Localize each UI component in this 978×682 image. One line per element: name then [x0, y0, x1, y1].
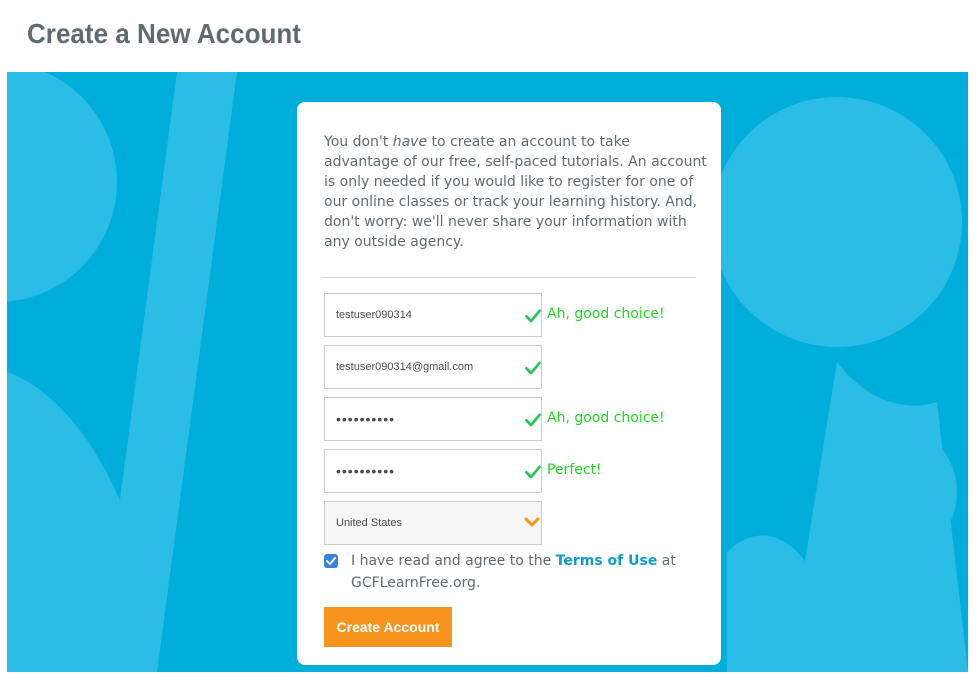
- signup-card: You don't have to create an account to t…: [297, 102, 721, 665]
- username-input[interactable]: testuser090314: [324, 293, 542, 337]
- terms-label: I have read and agree to the Terms of Us…: [351, 550, 691, 594]
- password-valid-message: Ah, good choice!: [547, 410, 665, 426]
- country-select[interactable]: United States: [324, 501, 542, 545]
- check-icon: [525, 361, 541, 375]
- page-title: Create a New Account: [27, 18, 301, 49]
- terms-text-start: I have read and agree to the: [351, 553, 556, 569]
- checkmark-icon: [326, 557, 336, 565]
- confirm-password-valid-message: Perfect!: [547, 462, 602, 478]
- chevron-down-icon[interactable]: [524, 516, 540, 528]
- confirm-password-input[interactable]: ••••••••••: [324, 449, 542, 493]
- create-account-button[interactable]: Create Account: [324, 607, 452, 647]
- intro-text-end: to create an account to take advantage o…: [324, 134, 707, 250]
- divider: [322, 277, 696, 278]
- username-valid-message: Ah, good choice!: [547, 306, 665, 322]
- intro-text-start: You don't: [324, 134, 393, 150]
- check-icon: [525, 465, 541, 479]
- check-icon: [525, 413, 541, 427]
- intro-text: You don't have to create an account to t…: [324, 132, 709, 252]
- intro-text-emphasis: have: [392, 134, 428, 150]
- terms-checkbox[interactable]: [324, 554, 338, 568]
- check-icon: [525, 309, 541, 323]
- password-input[interactable]: ••••••••••: [324, 397, 542, 441]
- email-input[interactable]: testuser090314@gmail.com: [324, 345, 542, 389]
- terms-of-use-link[interactable]: Terms of Use: [556, 553, 658, 569]
